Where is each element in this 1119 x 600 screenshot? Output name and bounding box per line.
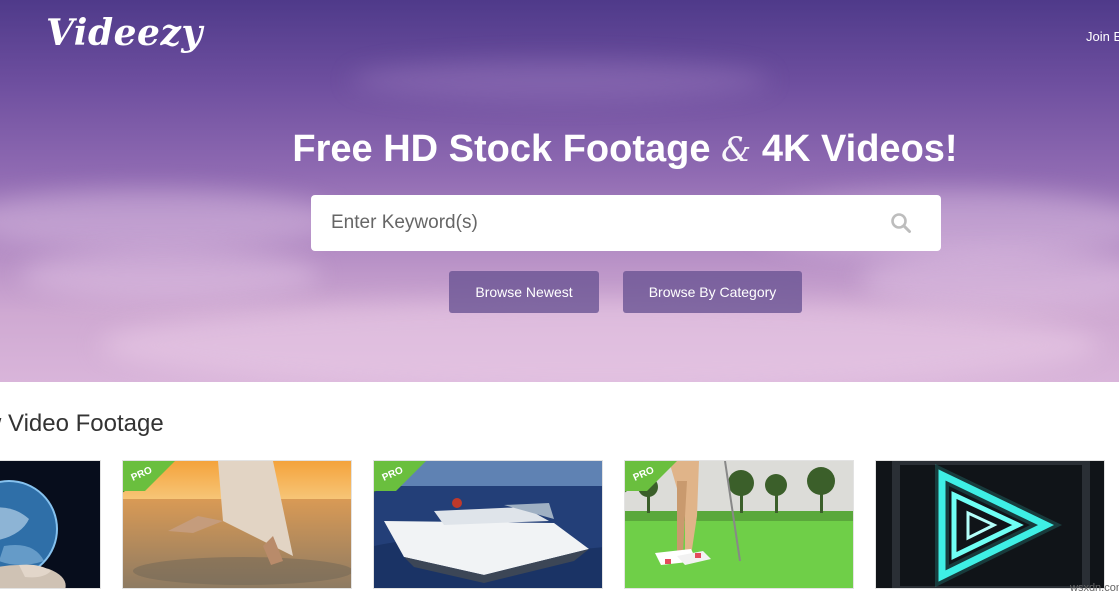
hero-banner	[0, 0, 1119, 382]
video-thumbnail-neon[interactable]	[875, 460, 1105, 589]
headline-text-2: 4K Videos!	[751, 128, 958, 170]
logo[interactable]: Videezy	[46, 12, 203, 54]
browse-category-button[interactable]: Browse By Category	[623, 271, 802, 313]
browse-newest-button[interactable]: Browse Newest	[449, 271, 599, 313]
search-icon[interactable]	[890, 212, 912, 234]
pro-badge: PRO	[374, 461, 426, 493]
search-box	[311, 195, 941, 251]
join-link[interactable]: Join E	[1086, 29, 1119, 44]
video-thumbnail-beach[interactable]: PRO	[122, 460, 352, 589]
pro-badge: PRO	[625, 461, 677, 493]
video-thumbnail-golf[interactable]: PRO	[624, 460, 854, 589]
headline-ampersand: &	[721, 130, 752, 170]
hero-headline: Free HD Stock Footage & 4K Videos!	[0, 128, 1119, 171]
globe-image	[0, 461, 100, 588]
neon-image	[876, 461, 1104, 588]
headline-text-1: Free HD Stock Footage	[292, 128, 722, 170]
search-input[interactable]	[311, 195, 871, 251]
pro-badge: PRO	[123, 461, 175, 493]
watermark: wsxdn.com	[1070, 582, 1119, 594]
video-thumbnail-speedboat[interactable]: PRO	[373, 460, 603, 589]
section-title: w Video Footage	[0, 410, 164, 437]
video-thumbnail-globe[interactable]	[0, 460, 101, 589]
